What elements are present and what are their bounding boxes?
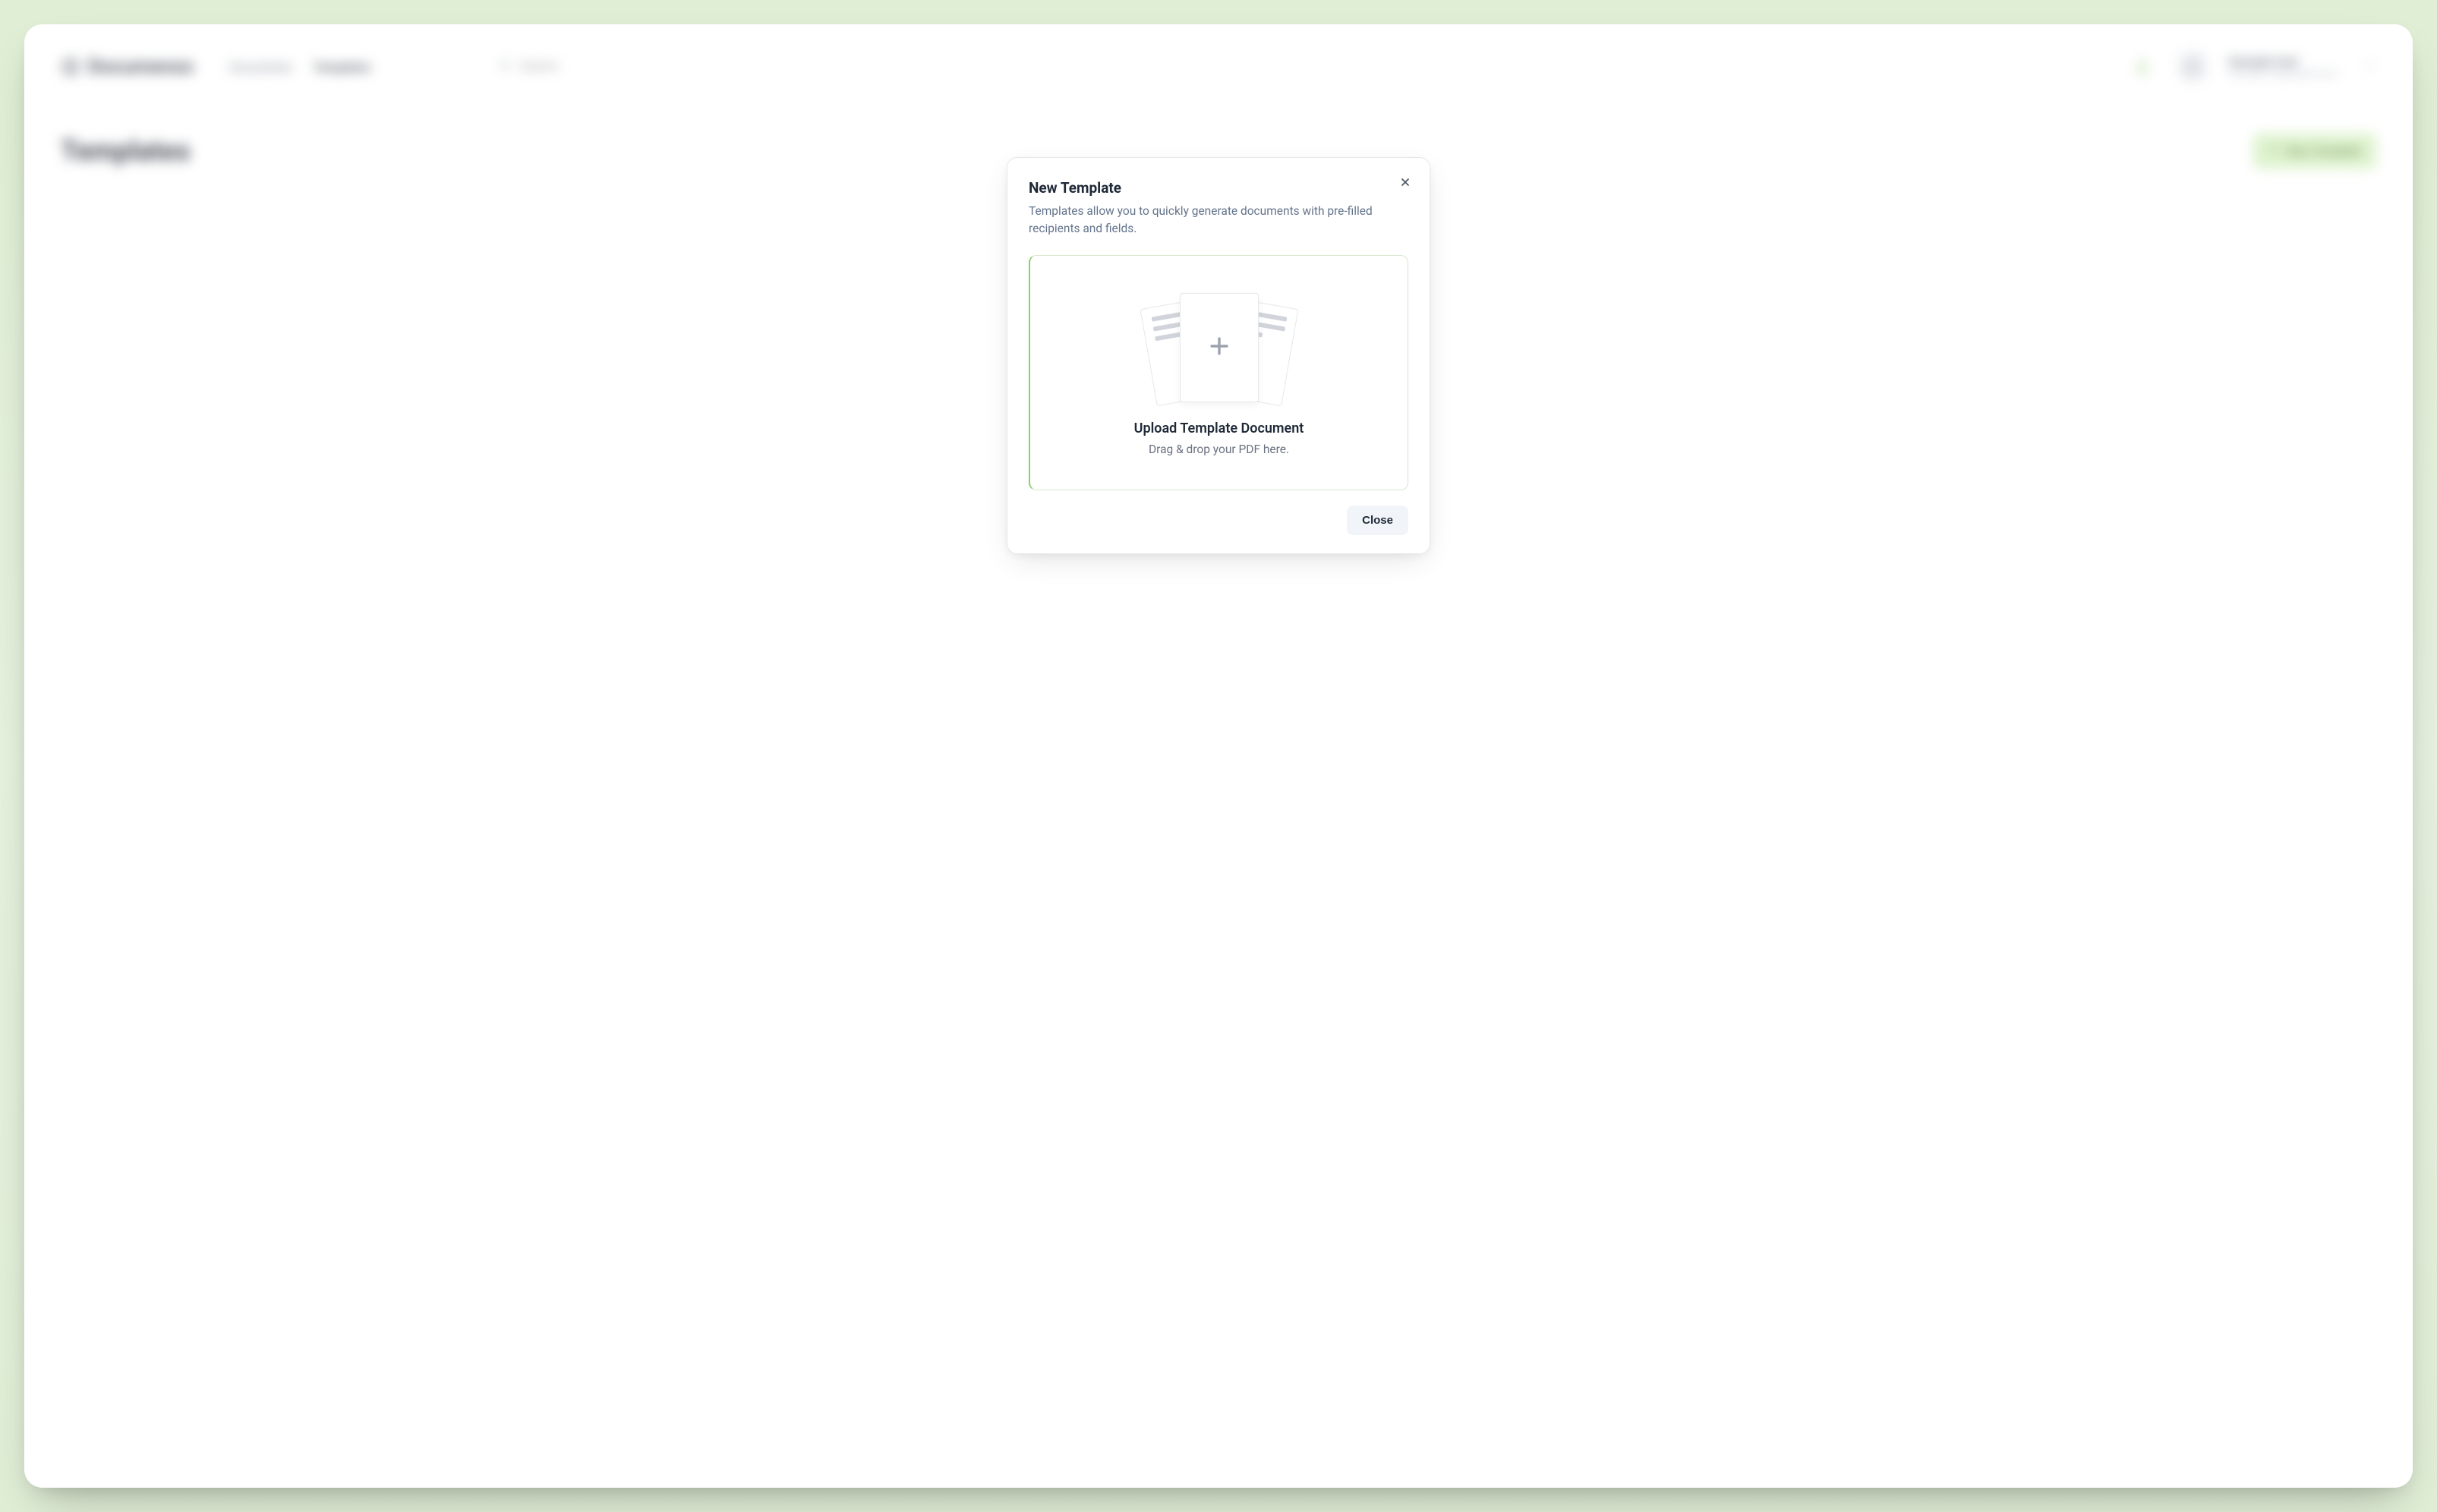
upload-hint: Drag & drop your PDF here. <box>1149 443 1289 456</box>
upload-dropzone[interactable]: Upload Template Document Drag & drop you… <box>1029 255 1408 490</box>
modal-overlay[interactable]: New Template Templates allow you to quic… <box>24 24 2413 1488</box>
documents-illustration <box>1143 288 1295 410</box>
close-button[interactable]: Close <box>1347 506 1408 535</box>
doc-page-center <box>1180 293 1259 402</box>
close-icon[interactable] <box>1395 172 1416 193</box>
modal-title: New Template <box>1029 179 1408 197</box>
upload-title: Upload Template Document <box>1134 421 1304 436</box>
modal-actions: Close <box>1029 506 1408 535</box>
plus-icon <box>1206 333 1232 362</box>
modal-description: Templates allow you to quickly generate … <box>1029 203 1408 238</box>
new-template-modal: New Template Templates allow you to quic… <box>1007 157 1430 554</box>
app-window: Documenso Documents Templates Example Us… <box>24 24 2413 1488</box>
